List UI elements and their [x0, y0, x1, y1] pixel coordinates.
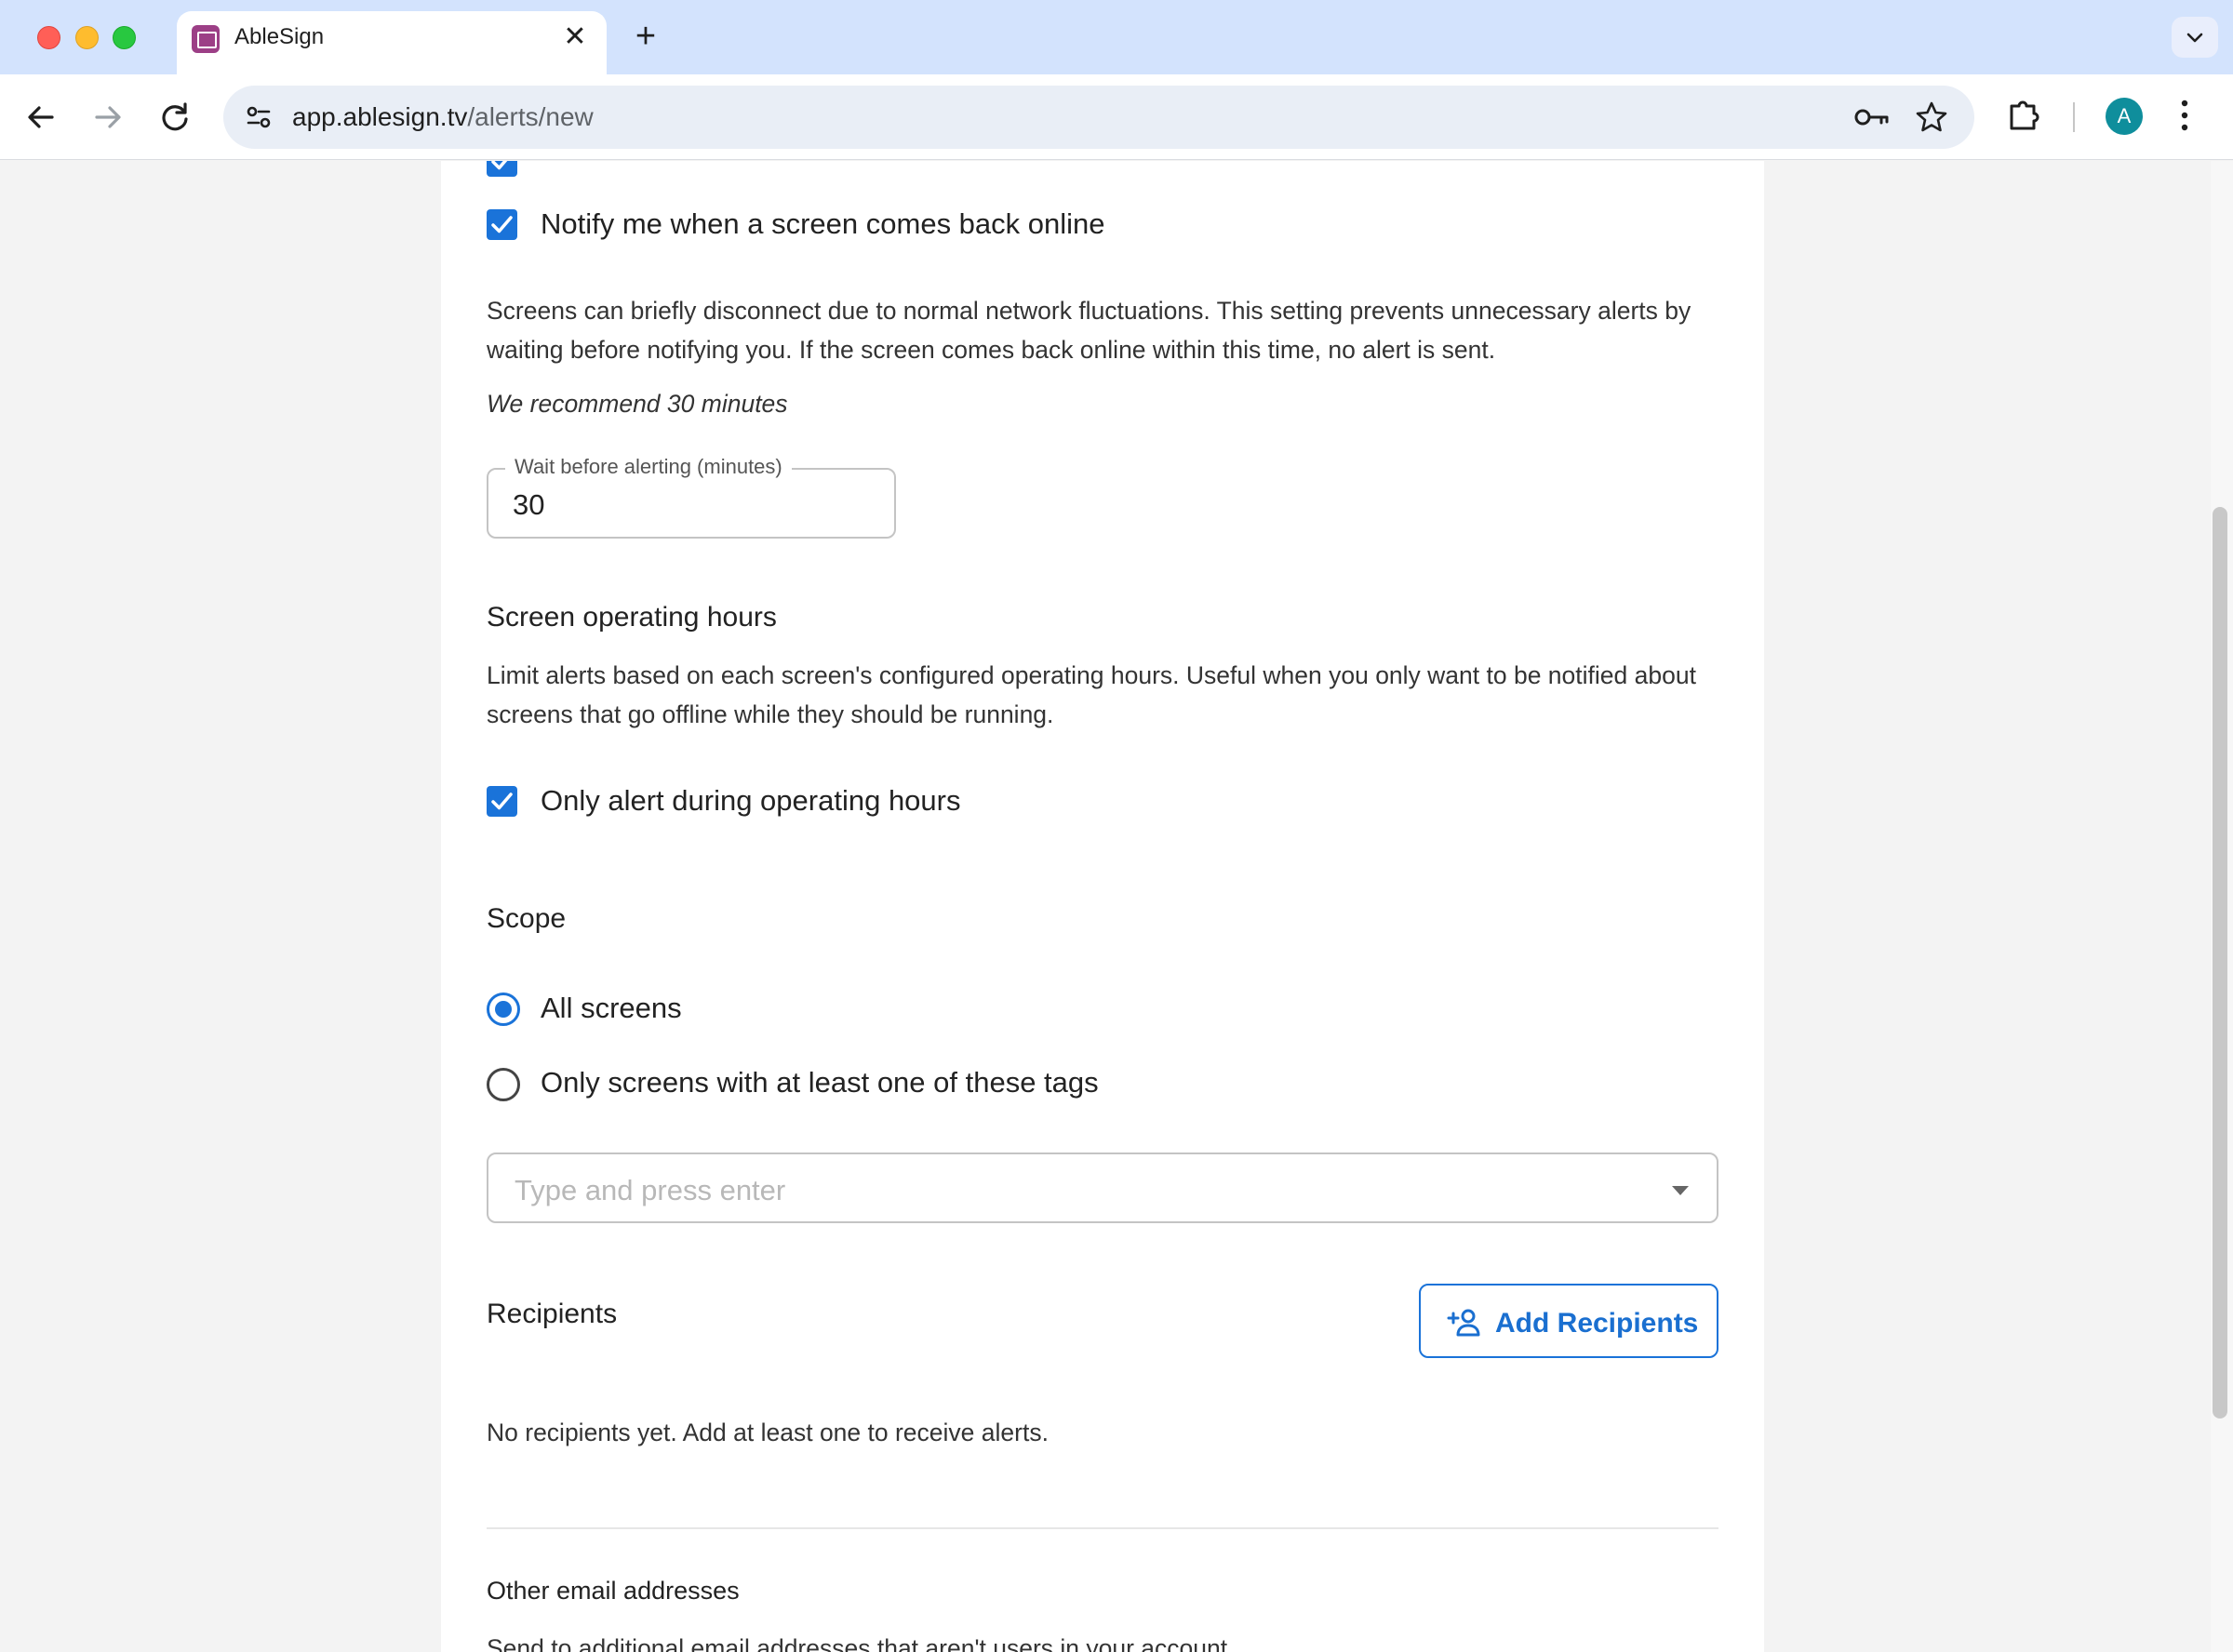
- add-recipients-button[interactable]: Add Recipients: [1419, 1284, 1718, 1358]
- scope-tagged-screens-label[interactable]: Only screens with at least one of these …: [541, 1066, 1099, 1099]
- notify-offline-checkbox[interactable]: [487, 161, 517, 177]
- add-recipients-label: Add Recipients: [1495, 1308, 1699, 1339]
- notify-back-online-label[interactable]: Notify me when a screen comes back onlin…: [541, 207, 1105, 241]
- profile-avatar[interactable]: A: [2106, 98, 2143, 135]
- password-key-icon[interactable]: [1853, 102, 1891, 137]
- url-host: app.ablesign.tv: [292, 102, 468, 131]
- operating-hours-title: Screen operating hours: [487, 602, 777, 633]
- bookmark-star-icon[interactable]: [1915, 100, 1948, 139]
- chevron-down-icon: [2186, 33, 2203, 43]
- url-text[interactable]: app.ablesign.tv/alerts/new: [292, 102, 594, 132]
- caret-down-icon[interactable]: [1672, 1186, 1689, 1195]
- operating-hours-checkbox[interactable]: [487, 786, 517, 817]
- reload-button[interactable]: [154, 97, 195, 138]
- browser-tab-ablesign[interactable]: AbleSign ✕: [177, 11, 607, 74]
- scope-all-screens-label[interactable]: All screens: [541, 992, 682, 1025]
- back-button[interactable]: [20, 97, 61, 138]
- alert-form-card: Notify me when a screen comes back onlin…: [441, 161, 1764, 1652]
- wait-minutes-field[interactable]: Wait before alerting (minutes) 30: [487, 455, 896, 539]
- add-person-icon: [1447, 1309, 1480, 1337]
- scrollbar-thumb[interactable]: [2213, 507, 2227, 1419]
- scope-all-screens-radio[interactable]: [487, 993, 520, 1026]
- window-minimize-button[interactable]: [75, 26, 99, 49]
- arrow-left-icon: [28, 106, 54, 128]
- more-menu-icon[interactable]: [2177, 95, 2192, 140]
- recipients-title: Recipients: [487, 1299, 618, 1329]
- page-viewport: Notify me when a screen comes back onlin…: [0, 161, 2233, 1652]
- toolbar-divider: [2073, 102, 2075, 132]
- tags-input-placeholder: Type and press enter: [515, 1174, 786, 1206]
- other-emails-description: Send to additional email addresses that …: [487, 1634, 1228, 1652]
- window-close-button[interactable]: [37, 26, 60, 49]
- browser-tab-bar: AbleSign ✕ +: [0, 0, 2233, 74]
- other-emails-title: Other email addresses: [487, 1577, 740, 1605]
- url-path: /alerts/new: [467, 102, 594, 131]
- section-divider: [487, 1527, 1718, 1529]
- ablesign-favicon-icon: [192, 25, 220, 53]
- window-zoom-button[interactable]: [113, 26, 136, 49]
- new-tab-button[interactable]: +: [627, 19, 664, 56]
- delay-recommendation: We recommend 30 minutes: [487, 390, 788, 418]
- operating-hours-description: Limit alerts based on each screen's conf…: [487, 661, 1696, 728]
- scope-tagged-screens-radio[interactable]: [487, 1068, 520, 1101]
- checkmark-icon: [491, 161, 508, 170]
- address-bar[interactable]: app.ablesign.tv/alerts/new: [223, 86, 1974, 149]
- checkmark-icon: [491, 793, 513, 810]
- tab-close-icon[interactable]: ✕: [560, 22, 590, 52]
- wait-minutes-input[interactable]: 30: [513, 488, 544, 522]
- tab-search-button[interactable]: [2172, 17, 2218, 58]
- delay-description: Screens can briefly disconnect due to no…: [487, 297, 1691, 364]
- reload-icon: [162, 102, 188, 131]
- recipients-empty-text: No recipients yet. Add at least one to r…: [487, 1419, 1049, 1446]
- extensions-puzzle-icon[interactable]: [2006, 95, 2043, 137]
- notify-back-online-checkbox[interactable]: [487, 209, 517, 240]
- site-info-icon[interactable]: [240, 99, 277, 136]
- wait-minutes-label: Wait before alerting (minutes): [505, 455, 792, 479]
- tab-title: AbleSign: [234, 24, 325, 49]
- scope-title: Scope: [487, 903, 567, 934]
- checkmark-icon: [491, 216, 513, 233]
- tags-input[interactable]: Type and press enter: [487, 1152, 1718, 1223]
- browser-toolbar: app.ablesign.tv/alerts/new A: [0, 74, 2233, 160]
- operating-hours-checkbox-label[interactable]: Only alert during operating hours: [541, 784, 960, 818]
- forward-button[interactable]: [87, 97, 128, 138]
- arrow-right-icon: [95, 106, 121, 128]
